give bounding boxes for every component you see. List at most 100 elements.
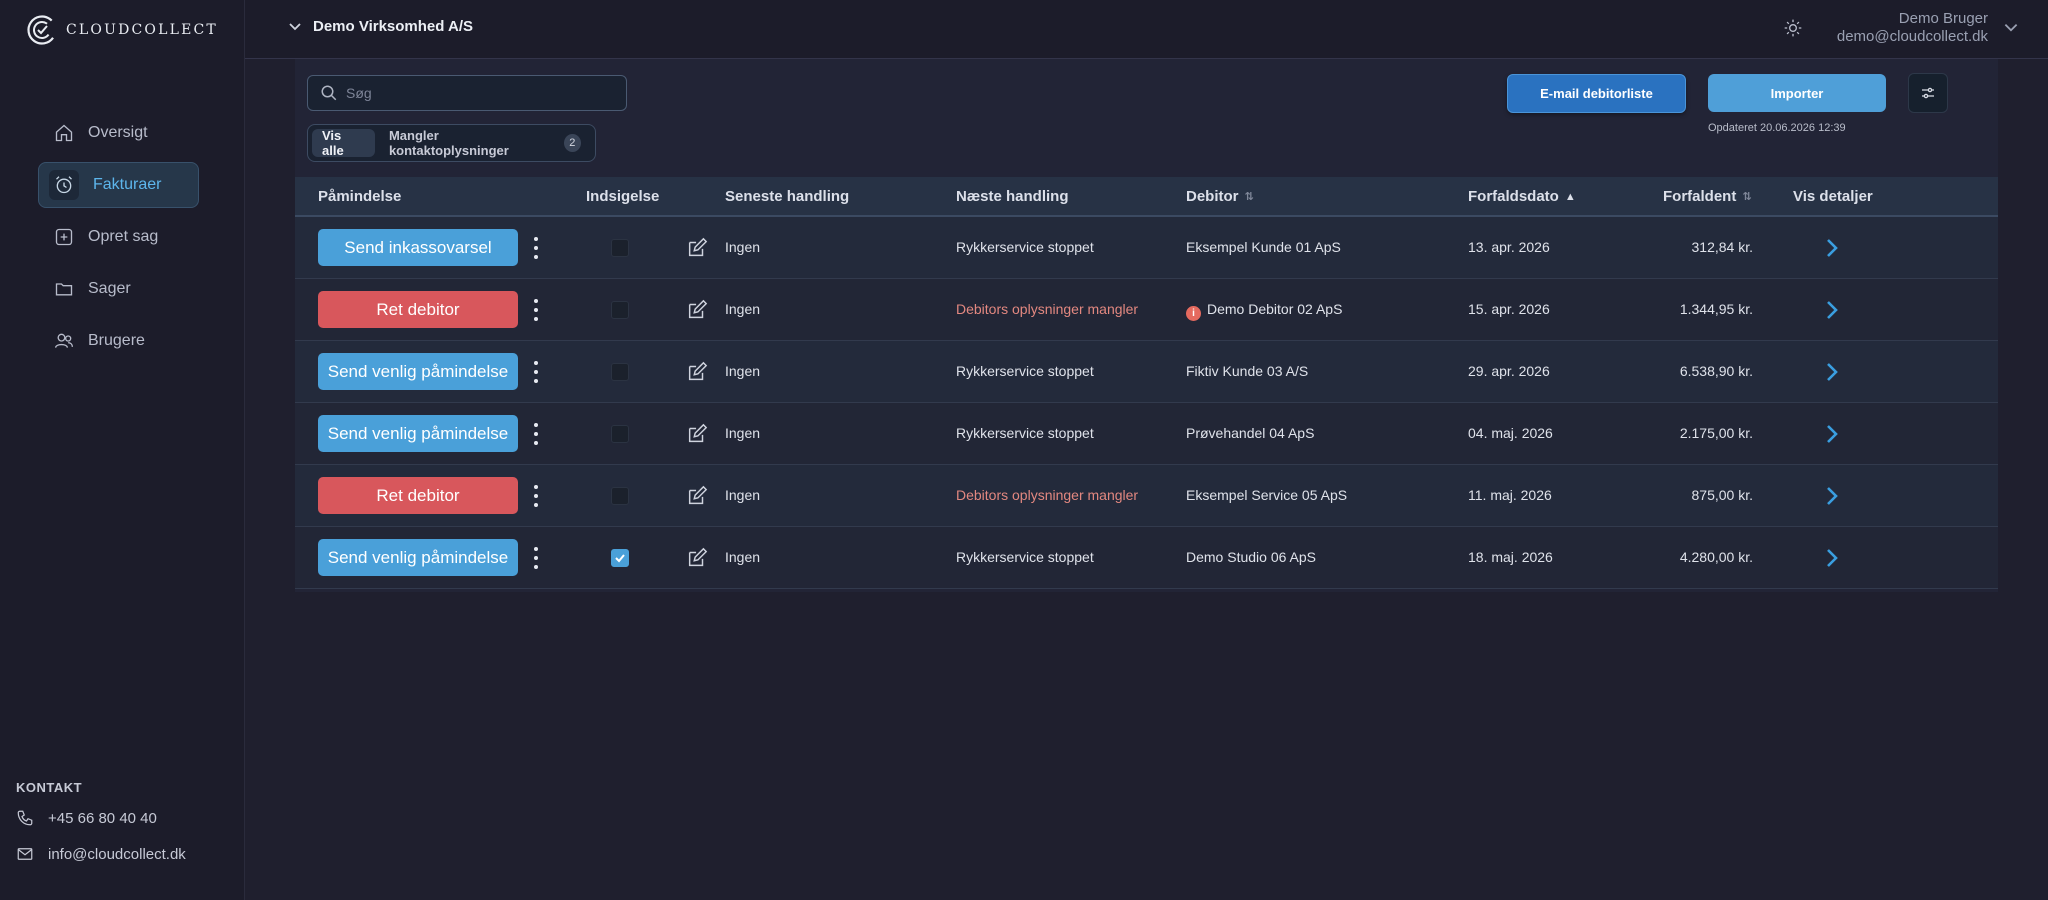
sidebar-item-brugere[interactable]: Brugere — [38, 318, 199, 364]
chevron-right-icon[interactable] — [1820, 298, 1844, 322]
debtor-name: Eksempel Service 05 ApS — [1186, 487, 1348, 503]
filter-settings-button[interactable] — [1908, 73, 1948, 113]
last-action: Ingen — [725, 425, 761, 441]
amount: 2.175,00 kr. — [1679, 425, 1753, 441]
chevron-right-icon[interactable] — [1820, 360, 1844, 384]
row-action-button[interactable]: Ret debitor — [318, 291, 518, 328]
edit-icon[interactable] — [686, 299, 708, 321]
user-menu[interactable]: Demo Bruger demo@cloudcollect.dk — [1837, 10, 1988, 46]
alarm-clock-icon — [56, 176, 72, 194]
header-label: Forfaldent — [1663, 188, 1737, 205]
notice-checkbox[interactable] — [611, 425, 629, 443]
due-date: 11. maj. 2026 — [1468, 487, 1552, 503]
chevron-right-icon[interactable] — [1820, 422, 1844, 446]
next-action: Rykkerservice stoppet — [956, 363, 1094, 379]
amount: 1.344,95 kr. — [1679, 301, 1753, 317]
sidebar-item-label: Fakturaer — [93, 176, 162, 193]
edit-icon[interactable] — [686, 361, 708, 383]
search-input[interactable] — [346, 85, 606, 101]
info-warning-icon: i — [1186, 306, 1201, 321]
due-date: 04. maj. 2026 — [1468, 425, 1553, 441]
sidebar-item-opret-sag[interactable]: Opret sag — [38, 214, 199, 260]
row-action-button[interactable]: Send inkassovarsel — [318, 229, 518, 266]
header-due-date[interactable]: Forfaldsdato ▲ — [1468, 188, 1576, 205]
notice-checkbox[interactable] — [611, 239, 629, 257]
sidebar-item-label: Oversigt — [88, 124, 148, 141]
row-action-button[interactable]: Send venlig påmindelse — [318, 415, 518, 452]
mail-icon — [17, 848, 33, 860]
sidebar-item-fakturaer[interactable]: Fakturaer — [38, 162, 199, 208]
chevron-right-icon[interactable] — [1820, 484, 1844, 508]
edit-icon[interactable] — [686, 423, 708, 445]
more-options-icon[interactable] — [530, 361, 542, 383]
count-badge: 2 — [563, 134, 581, 152]
topbar: Demo Virksomhed A/S Demo Bruger demo@clo… — [245, 0, 2048, 59]
header-label: Påmindelse — [318, 188, 402, 205]
chevron-down-icon — [289, 22, 301, 30]
header-amount[interactable]: Forfaldent ⇅ — [1663, 188, 1752, 205]
header-details: Vis detaljer — [1793, 188, 1873, 205]
row-action-button[interactable]: Send venlig påmindelse — [318, 353, 518, 390]
chevron-right-icon[interactable] — [1820, 236, 1844, 260]
debtor-cell: Prøvehandel 04 ApS — [1186, 425, 1314, 441]
chevron-down-icon[interactable] — [2002, 19, 2020, 37]
contact-phone[interactable]: +45 66 80 40 40 — [16, 809, 186, 827]
more-options-icon[interactable] — [530, 547, 542, 569]
email-debtor-list-button[interactable]: E-mail debitorliste — [1507, 74, 1686, 113]
invoices-table: Påmindelse Indsigelse Seneste handling N… — [295, 177, 1998, 589]
sliders-icon — [1922, 87, 1934, 99]
theme-toggle-icon[interactable] — [1783, 18, 1803, 38]
notice-checkbox[interactable] — [611, 549, 629, 567]
due-date: 15. apr. 2026 — [1468, 301, 1550, 317]
sidebar-item-oversigt[interactable]: Oversigt — [38, 110, 199, 156]
more-options-icon[interactable] — [530, 485, 542, 507]
debtor-cell: Demo Studio 06 ApS — [1186, 549, 1316, 565]
table-row: Ret debitor Ingen Debitors oplysninger m… — [295, 279, 1998, 341]
table-header: Påmindelse Indsigelse Seneste handling N… — [295, 177, 1998, 217]
amount: 4.280,00 kr. — [1679, 549, 1753, 565]
last-action: Ingen — [725, 363, 761, 379]
table-row: Ret debitor Ingen Debitors oplysninger m… — [295, 465, 1998, 527]
chevron-right-icon[interactable] — [1820, 546, 1844, 570]
table-body: Send inkassovarsel Ingen Rykkerservice s… — [295, 217, 1998, 589]
header-debtor[interactable]: Debitor ⇅ — [1186, 188, 1254, 205]
edit-icon[interactable] — [686, 485, 708, 507]
header-notice: Indsigelse — [586, 188, 659, 205]
table-row: Send venlig påmindelse Ingen Rykkerservi… — [295, 527, 1998, 589]
search-icon — [321, 85, 337, 101]
amount: 875,00 kr. — [1691, 487, 1754, 503]
table-row: Send venlig påmindelse Ingen Rykkerservi… — [295, 403, 1998, 465]
due-date: 29. apr. 2026 — [1468, 363, 1550, 379]
notice-checkbox[interactable] — [611, 487, 629, 505]
next-action: Rykkerservice stoppet — [956, 549, 1094, 565]
contact-email[interactable]: info@cloudcollect.dk — [16, 845, 186, 863]
edit-icon[interactable] — [686, 547, 708, 569]
more-options-icon[interactable] — [530, 299, 542, 321]
notice-checkbox[interactable] — [611, 301, 629, 319]
company-name: Demo Virksomhed A/S — [313, 18, 474, 35]
more-options-icon[interactable] — [530, 237, 542, 259]
last-action: Ingen — [725, 549, 761, 565]
filter-all-button[interactable]: Vis alle — [312, 128, 375, 158]
sort-icon: ⇅ — [1244, 191, 1254, 203]
header-reminder: Påmindelse — [318, 188, 401, 205]
home-icon — [55, 124, 73, 142]
header-label: Forfaldsdato — [1468, 188, 1559, 205]
filter-missing-contact-button[interactable]: Mangler kontaktoplysninger 2 — [379, 128, 591, 158]
logo[interactable]: CLOUDCOLLECT — [26, 14, 218, 46]
cloudcollect-logo-icon — [27, 15, 57, 45]
sidebar-item-sager[interactable]: Sager — [38, 266, 199, 312]
debtor-cell: i Demo Debitor 02 ApS — [1186, 301, 1342, 321]
notice-checkbox[interactable] — [611, 363, 629, 381]
debtor-name: Eksempel Kunde 01 ApS — [1186, 239, 1341, 255]
search-box — [307, 75, 627, 111]
more-options-icon[interactable] — [530, 423, 542, 445]
header-last-action: Seneste handling — [725, 188, 849, 205]
row-action-button[interactable]: Ret debitor — [318, 477, 518, 514]
folder-icon — [55, 283, 73, 296]
debtor-name: Fiktiv Kunde 03 A/S — [1186, 363, 1309, 379]
import-button[interactable]: Importer — [1708, 74, 1886, 112]
company-selector[interactable]: Demo Virksomhed A/S — [287, 18, 473, 35]
row-action-button[interactable]: Send venlig påmindelse — [318, 539, 518, 576]
edit-icon[interactable] — [686, 237, 708, 259]
